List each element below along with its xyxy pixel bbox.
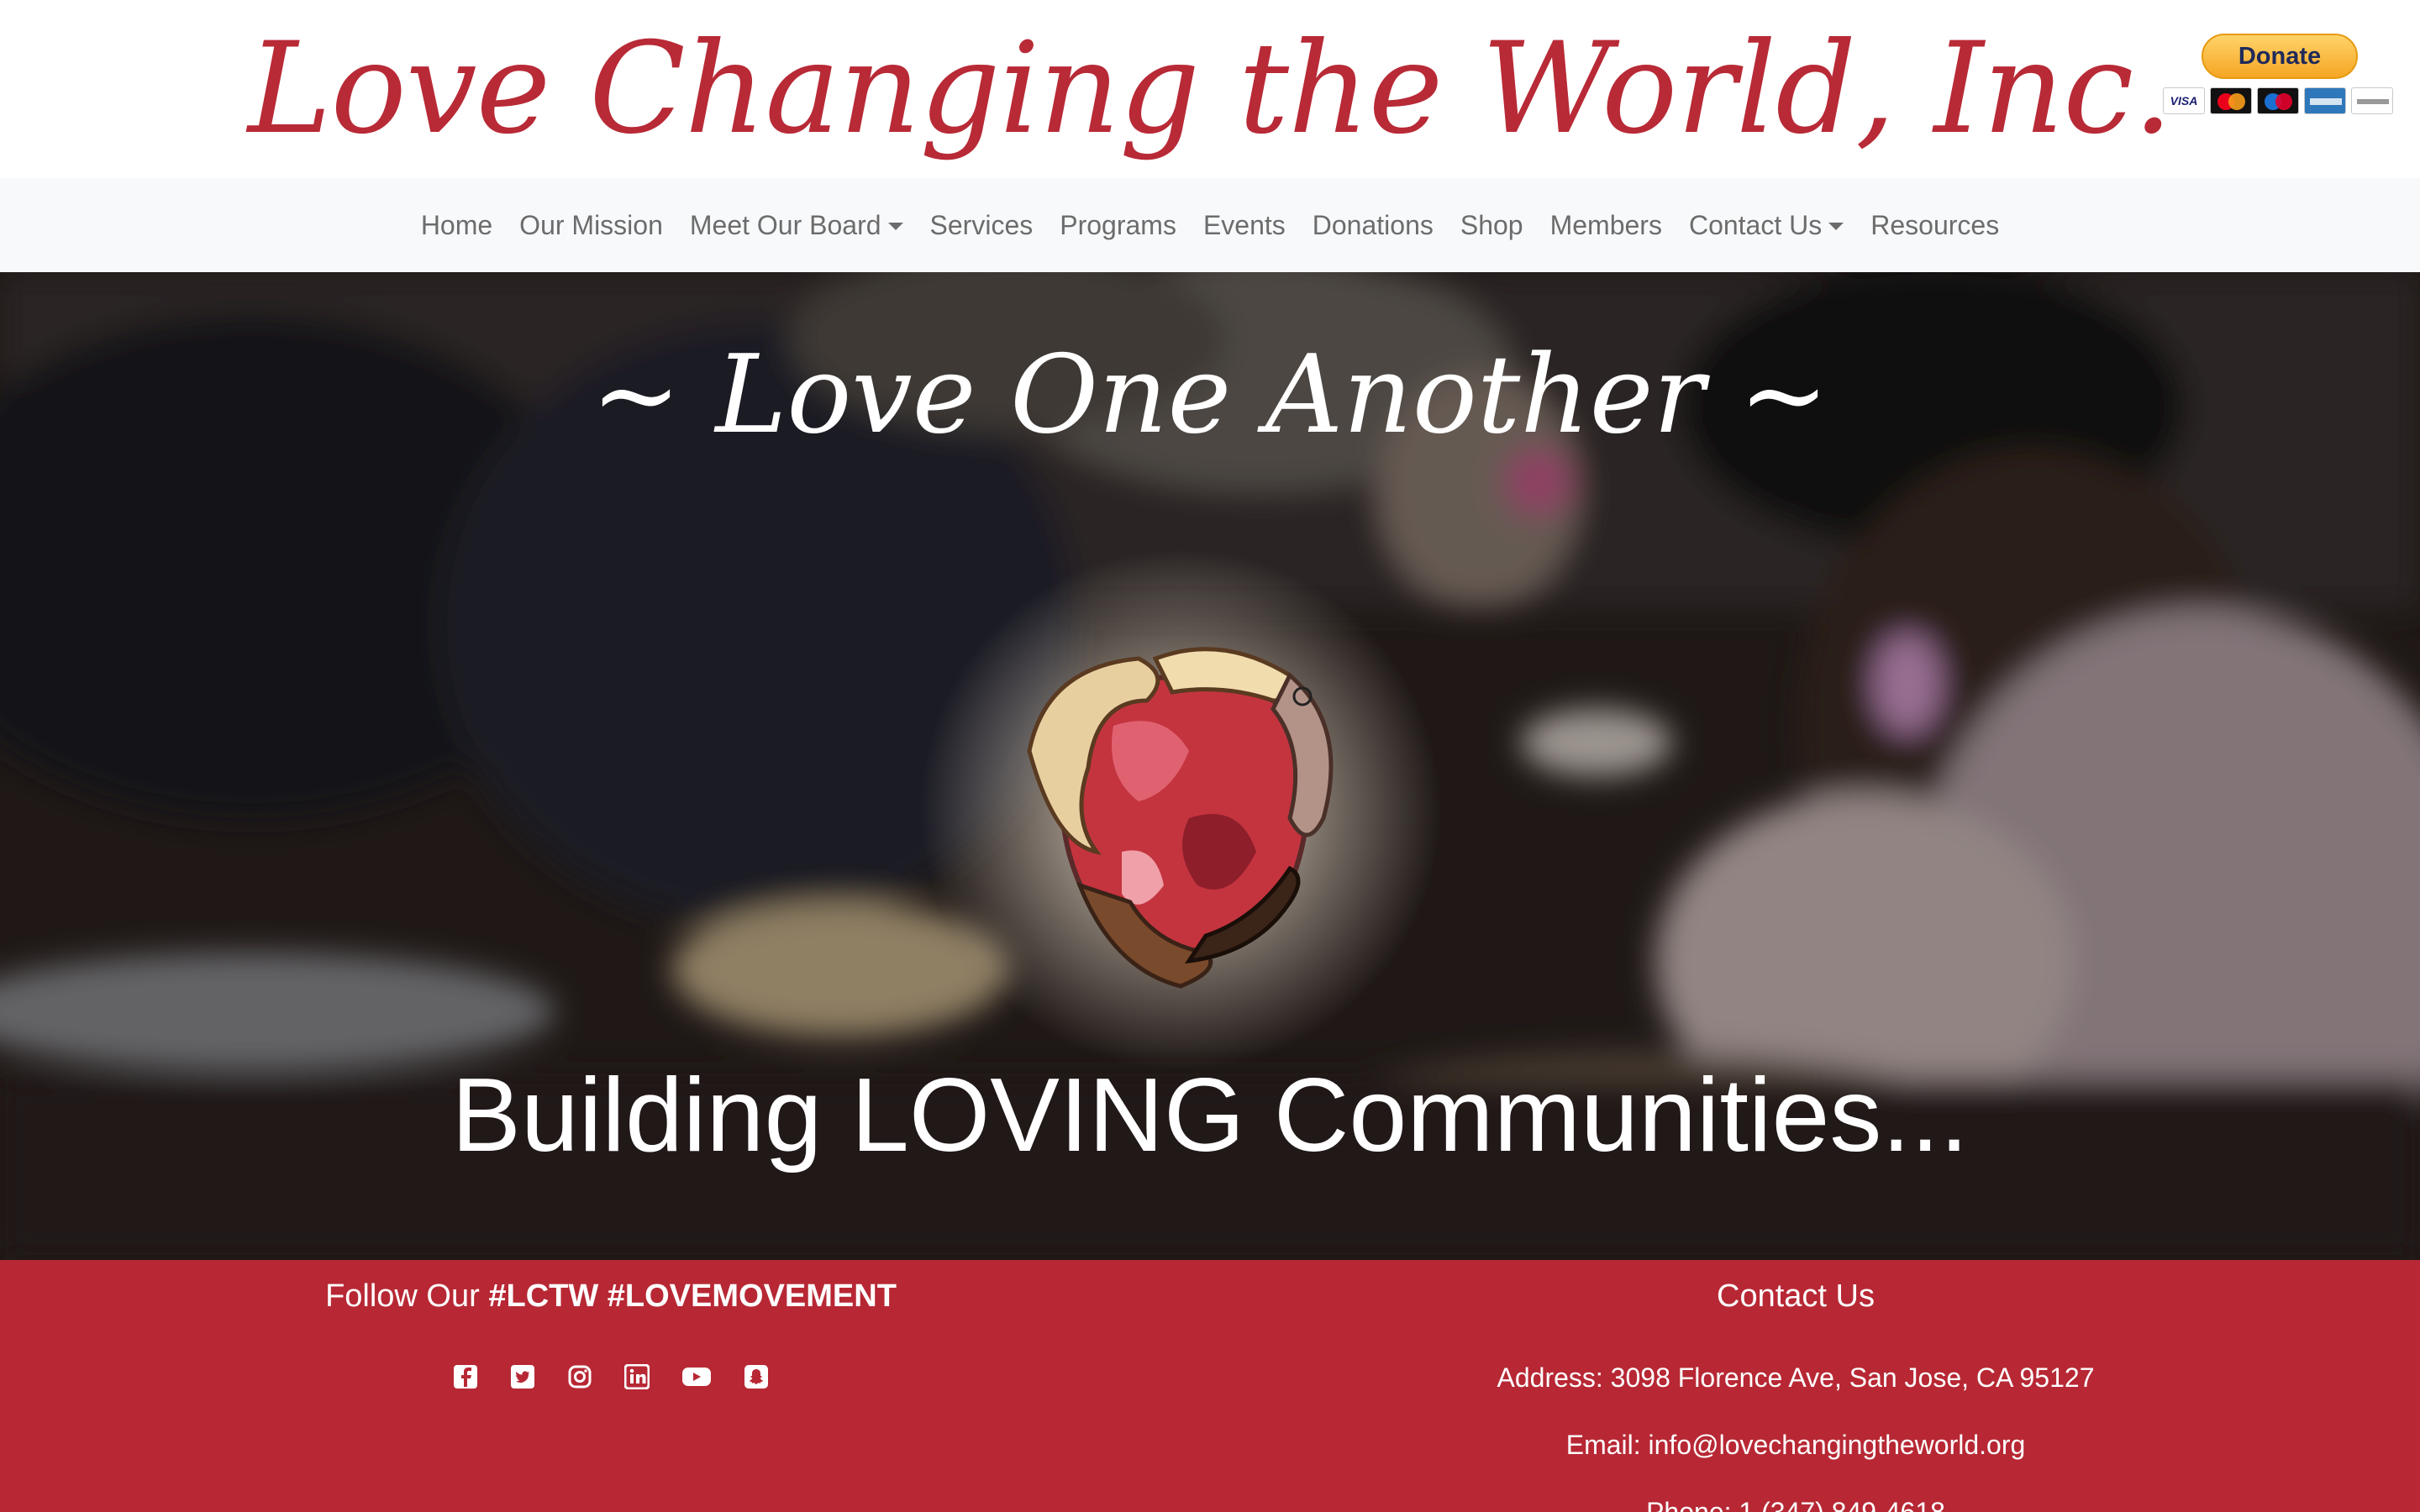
caret-down-icon xyxy=(887,222,903,230)
linkedin-icon[interactable] xyxy=(624,1364,650,1389)
nav-events[interactable]: Events xyxy=(1190,210,1299,241)
donate-button[interactable]: Donate xyxy=(2202,34,2358,79)
snapchat-icon[interactable] xyxy=(744,1364,769,1389)
paypal-donate: Donate VISA xyxy=(2163,32,2393,116)
contact-address: Address: 3098 Florence Ave, San Jose, CA… xyxy=(1497,1362,2095,1393)
nav-donations[interactable]: Donations xyxy=(1299,210,1447,241)
nav-label: Services xyxy=(929,209,1034,240)
discover-icon xyxy=(2351,87,2393,114)
follow-hashtags: #LCTW #LOVEMOVEMENT xyxy=(488,1278,897,1314)
nav-label: Resources xyxy=(1870,209,2000,240)
follow-prefix: Follow Our xyxy=(325,1278,489,1314)
nav-resources[interactable]: Resources xyxy=(1857,210,2012,241)
visa-card-icon: VISA xyxy=(2163,87,2205,114)
facebook-icon[interactable] xyxy=(453,1364,478,1389)
hero-banner: ~ Love One Another ~ Building LOVING Com… xyxy=(0,272,2420,1260)
payment-cards: VISA xyxy=(2163,87,2393,116)
nav-shop[interactable]: Shop xyxy=(1447,210,1537,241)
site-footer: Follow Our #LCTW #LOVEMOVEMENT Contact U… xyxy=(0,1260,2420,1512)
nav-label: Home xyxy=(420,209,493,240)
nav-our-mission[interactable]: Our Mission xyxy=(506,210,676,241)
social-links xyxy=(0,1364,1222,1389)
site-header: Love Changing the World, Inc. Donate VIS… xyxy=(0,0,2420,178)
nav-label: Programs xyxy=(1060,209,1176,240)
globe-hands-logo xyxy=(1027,647,1334,989)
nav-members[interactable]: Members xyxy=(1537,210,1676,241)
follow-heading: Follow Our #LCTW #LOVEMOVEMENT xyxy=(0,1278,1222,1315)
nav-home[interactable]: Home xyxy=(408,210,506,241)
nav-meet-our-board[interactable]: Meet Our Board xyxy=(676,210,917,241)
nav-label: Events xyxy=(1202,209,1286,240)
contact-heading: Contact Us xyxy=(1717,1278,1875,1314)
maestro-icon xyxy=(2257,87,2299,114)
nav-contact-us[interactable]: Contact Us xyxy=(1676,210,1857,241)
nav-services[interactable]: Services xyxy=(917,210,1047,241)
hero-headline: Building LOVING Communities... xyxy=(451,1058,1969,1173)
contact-section: Contact Us Address: 3098 Florence Ave, S… xyxy=(1412,1278,2180,1512)
mastercard-icon xyxy=(2210,87,2252,114)
caret-down-icon xyxy=(1828,222,1844,230)
amex-icon xyxy=(2304,87,2346,114)
nav-label: Meet Our Board xyxy=(689,209,881,240)
twitter-icon[interactable] xyxy=(510,1364,535,1389)
nav-label: Contact Us xyxy=(1688,209,1823,240)
instagram-icon[interactable] xyxy=(567,1364,592,1389)
contact-email[interactable]: Email: info@lovechangingtheworld.org xyxy=(1412,1430,2180,1461)
main-nav: Home Our Mission Meet Our Board Services… xyxy=(0,178,2420,272)
contact-phone[interactable]: Phone: 1 (347) 849-4618 xyxy=(1412,1497,2180,1512)
nav-label: Our Mission xyxy=(519,209,663,240)
site-title[interactable]: Love Changing the World, Inc. xyxy=(0,0,2420,178)
nav-label: Members xyxy=(1549,209,1662,240)
nav-label: Donations xyxy=(1312,209,1434,240)
nav-label: Shop xyxy=(1460,209,1523,240)
nav-programs[interactable]: Programs xyxy=(1046,210,1190,241)
youtube-icon[interactable] xyxy=(681,1364,712,1389)
hero-tagline: ~ Love One Another ~ xyxy=(591,333,1829,458)
